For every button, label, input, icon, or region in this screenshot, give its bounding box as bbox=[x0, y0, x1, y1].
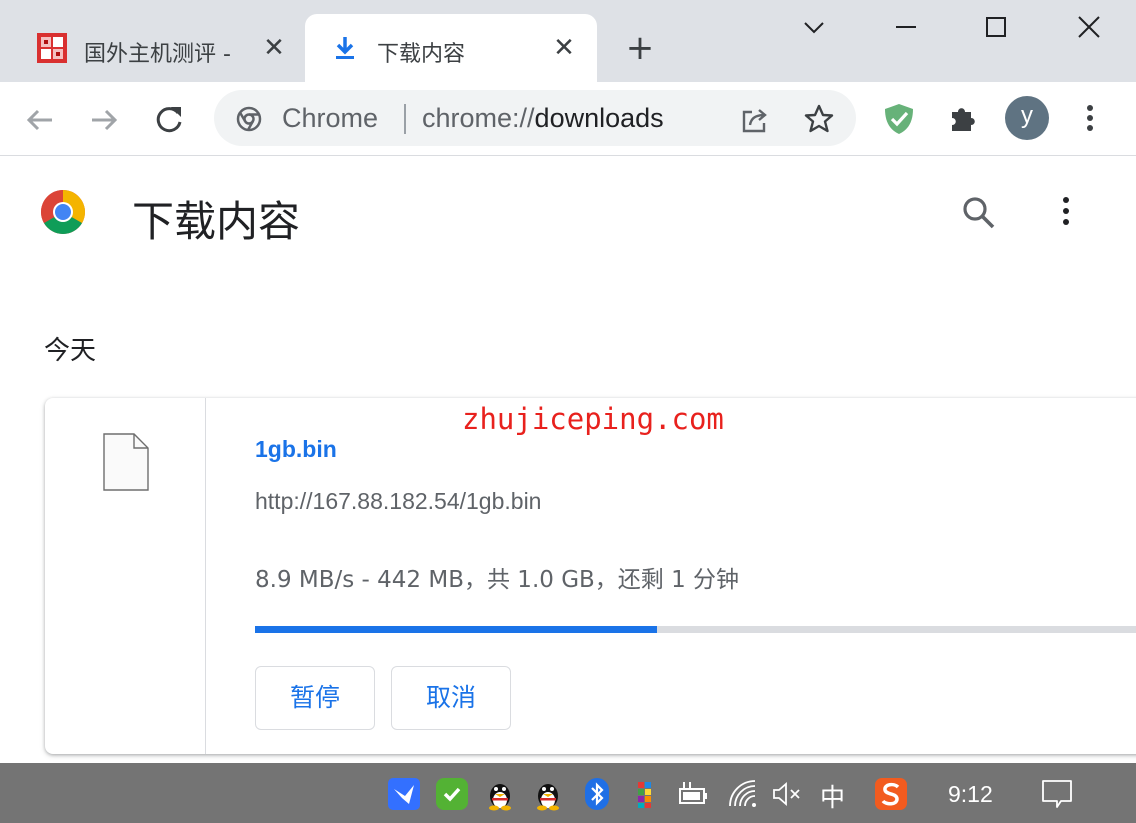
qq-icon[interactable] bbox=[483, 777, 517, 811]
ime-indicator[interactable]: 中 bbox=[820, 778, 845, 814]
chrome-page-icon bbox=[236, 106, 262, 132]
qq-icon[interactable] bbox=[531, 777, 565, 811]
notification-icon[interactable] bbox=[1040, 777, 1074, 811]
download-icon bbox=[331, 34, 359, 62]
browser-toolbar: Chrome chrome://downloads y bbox=[0, 82, 1136, 156]
url-path: downloads bbox=[534, 103, 664, 133]
download-item-card: 1gb.bin http://167.88.182.54/1gb.bin 8.9… bbox=[45, 398, 1136, 754]
tab-title: 国外主机测评 - bbox=[84, 42, 231, 67]
file-icon bbox=[102, 432, 150, 492]
maximize-icon[interactable] bbox=[972, 10, 1020, 50]
bookmark-star-icon[interactable] bbox=[802, 102, 836, 136]
close-tab-icon[interactable]: ✕ bbox=[548, 32, 580, 64]
progress-bar bbox=[255, 626, 1136, 633]
color-grid-icon[interactable] bbox=[628, 777, 662, 811]
download-status: 8.9 MB/s - 442 MB，共 1.0 GB，还剩 1 分钟 bbox=[255, 567, 740, 593]
tab-downloads[interactable]: 下载内容 ✕ bbox=[305, 14, 597, 82]
address-bar[interactable]: Chrome chrome://downloads bbox=[214, 90, 856, 146]
sogou-icon[interactable] bbox=[874, 777, 908, 811]
bluetooth-icon[interactable] bbox=[580, 777, 614, 811]
close-tab-icon[interactable]: ✕ bbox=[258, 32, 290, 64]
battery-icon[interactable] bbox=[676, 777, 710, 811]
omnibox-separator bbox=[404, 104, 406, 134]
site-label: Chrome bbox=[282, 103, 379, 133]
extensions-puzzle-icon[interactable] bbox=[946, 102, 980, 136]
windows-taskbar: 中 9:12 bbox=[0, 763, 1136, 823]
card-divider bbox=[205, 398, 206, 754]
chrome-logo-icon bbox=[40, 189, 86, 235]
chevron-down-icon[interactable] bbox=[790, 10, 838, 50]
site-favicon bbox=[36, 32, 68, 64]
url-text[interactable]: chrome://downloads bbox=[422, 103, 664, 134]
tab-strip: 国外主机测评 - ✕ 下载内容 ✕ + bbox=[0, 0, 1136, 82]
forward-icon[interactable] bbox=[82, 98, 126, 142]
tab-title: 下载内容 bbox=[377, 42, 466, 67]
watermark-text: zhujiceping.com bbox=[462, 402, 724, 436]
tab-zhujiceping[interactable]: 国外主机测评 - ✕ bbox=[18, 14, 300, 82]
url-scheme: chrome:// bbox=[422, 103, 535, 133]
cancel-button[interactable]: 取消 bbox=[391, 666, 511, 730]
close-window-icon[interactable] bbox=[1064, 10, 1112, 50]
wifi-icon[interactable] bbox=[726, 777, 760, 811]
page-title: 下载内容 bbox=[132, 197, 301, 246]
new-tab-button[interactable]: + bbox=[620, 30, 660, 70]
profile-avatar[interactable]: y bbox=[1005, 96, 1049, 140]
search-icon[interactable] bbox=[960, 194, 998, 232]
minimize-icon[interactable] bbox=[882, 10, 930, 50]
date-group-label: 今天 bbox=[44, 336, 97, 366]
file-name-link[interactable]: 1gb.bin bbox=[255, 436, 337, 463]
progress-fill bbox=[255, 626, 657, 633]
mute-speaker-icon[interactable] bbox=[770, 777, 804, 811]
page-menu-icon[interactable] bbox=[1054, 194, 1078, 230]
system-clock[interactable]: 9:12 bbox=[948, 781, 993, 808]
feishu-icon[interactable] bbox=[387, 777, 421, 811]
pause-button[interactable]: 暂停 bbox=[255, 666, 375, 730]
browser-menu-icon[interactable] bbox=[1078, 102, 1102, 136]
source-url[interactable]: http://167.88.182.54/1gb.bin bbox=[255, 488, 541, 515]
adguard-shield-icon[interactable] bbox=[882, 102, 916, 136]
back-icon[interactable] bbox=[18, 98, 62, 142]
reload-icon[interactable] bbox=[147, 98, 191, 142]
share-icon[interactable] bbox=[738, 103, 772, 137]
security-shield-icon[interactable] bbox=[435, 777, 469, 811]
